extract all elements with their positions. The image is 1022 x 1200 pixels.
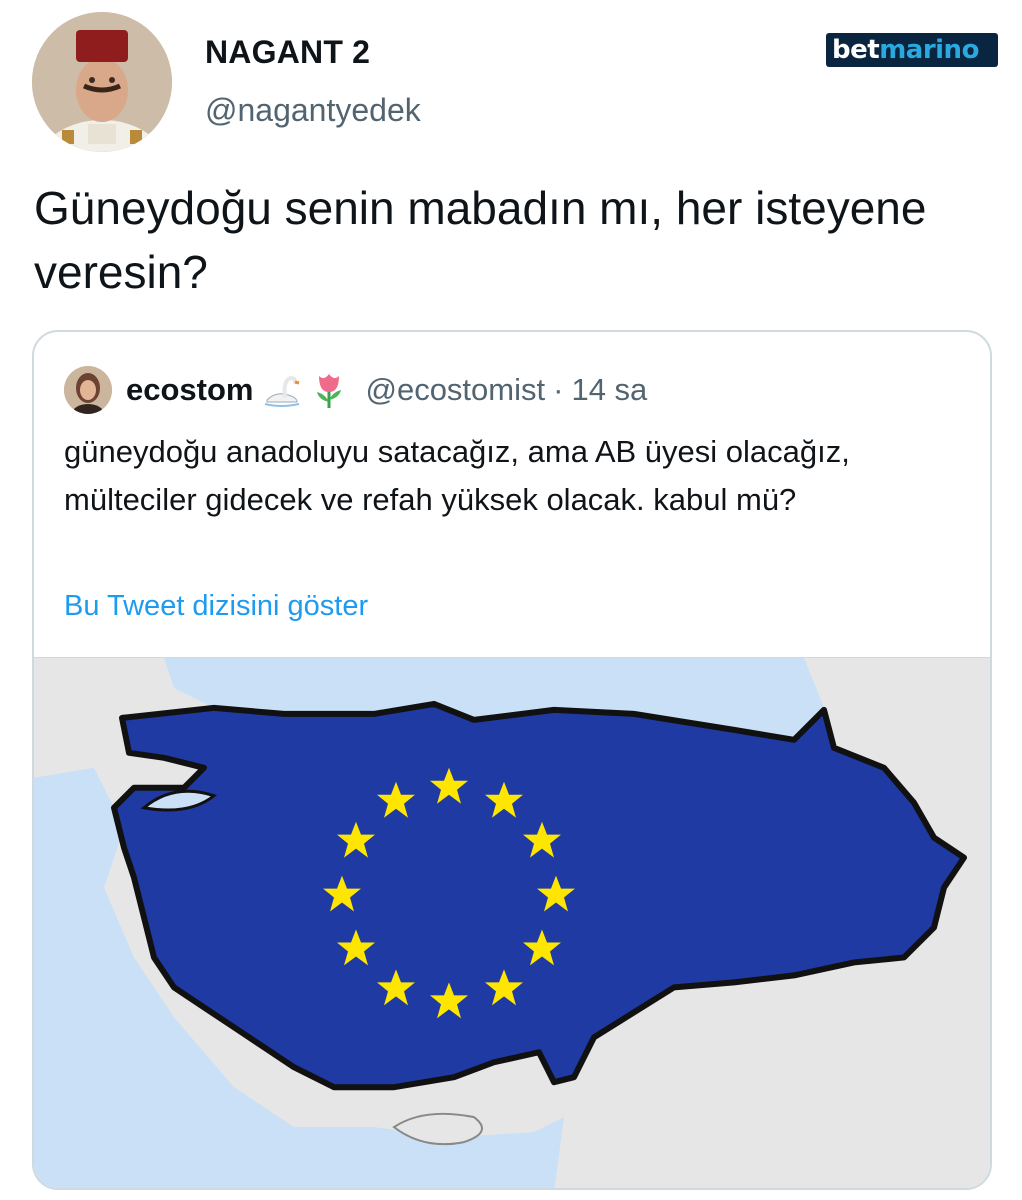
author-handle[interactable]: @nagantyedek [205, 92, 421, 129]
tweet-text: Güneydoğu senin mabadın mı, her isteyene… [34, 182, 927, 298]
quoted-author-avatar[interactable] [64, 366, 112, 414]
quoted-tweet-time[interactable]: 14 sa [571, 372, 647, 408]
tulip-emoji-icon [309, 370, 349, 410]
quoted-tweet-card[interactable]: ecostom @ecostomist · 14 sa güneydoğu an… [32, 330, 992, 1190]
quoted-tweet-header: ecostom @ecostomist · 14 sa [126, 370, 647, 410]
header-separator: · [553, 372, 564, 407]
show-thread-link[interactable]: Bu Tweet dizisini göster [64, 590, 368, 623]
author-display-name[interactable]: NAGANT 2 [205, 34, 370, 71]
profile-photo-icon [32, 12, 172, 152]
watermark-part2: marino [879, 35, 979, 65]
tweet: NAGANT 2 @nagantyedek betmarino Güneydoğ… [0, 0, 1022, 1200]
profile-photo-icon [64, 366, 112, 414]
quoted-author-handle[interactable]: @ecostomist [365, 372, 545, 408]
swan-emoji-icon [261, 370, 301, 410]
watermark-part1: bet [832, 35, 880, 65]
watermark-logo: betmarino [826, 33, 998, 67]
quoted-author-name[interactable]: ecostom [126, 372, 253, 408]
author-avatar[interactable] [32, 12, 172, 152]
turkey-eu-flag-map-icon [34, 658, 990, 1188]
quoted-tweet-text: güneydoğu anadoluyu satacağız, ama AB üy… [64, 434, 850, 517]
quoted-tweet-media[interactable] [34, 657, 990, 1188]
